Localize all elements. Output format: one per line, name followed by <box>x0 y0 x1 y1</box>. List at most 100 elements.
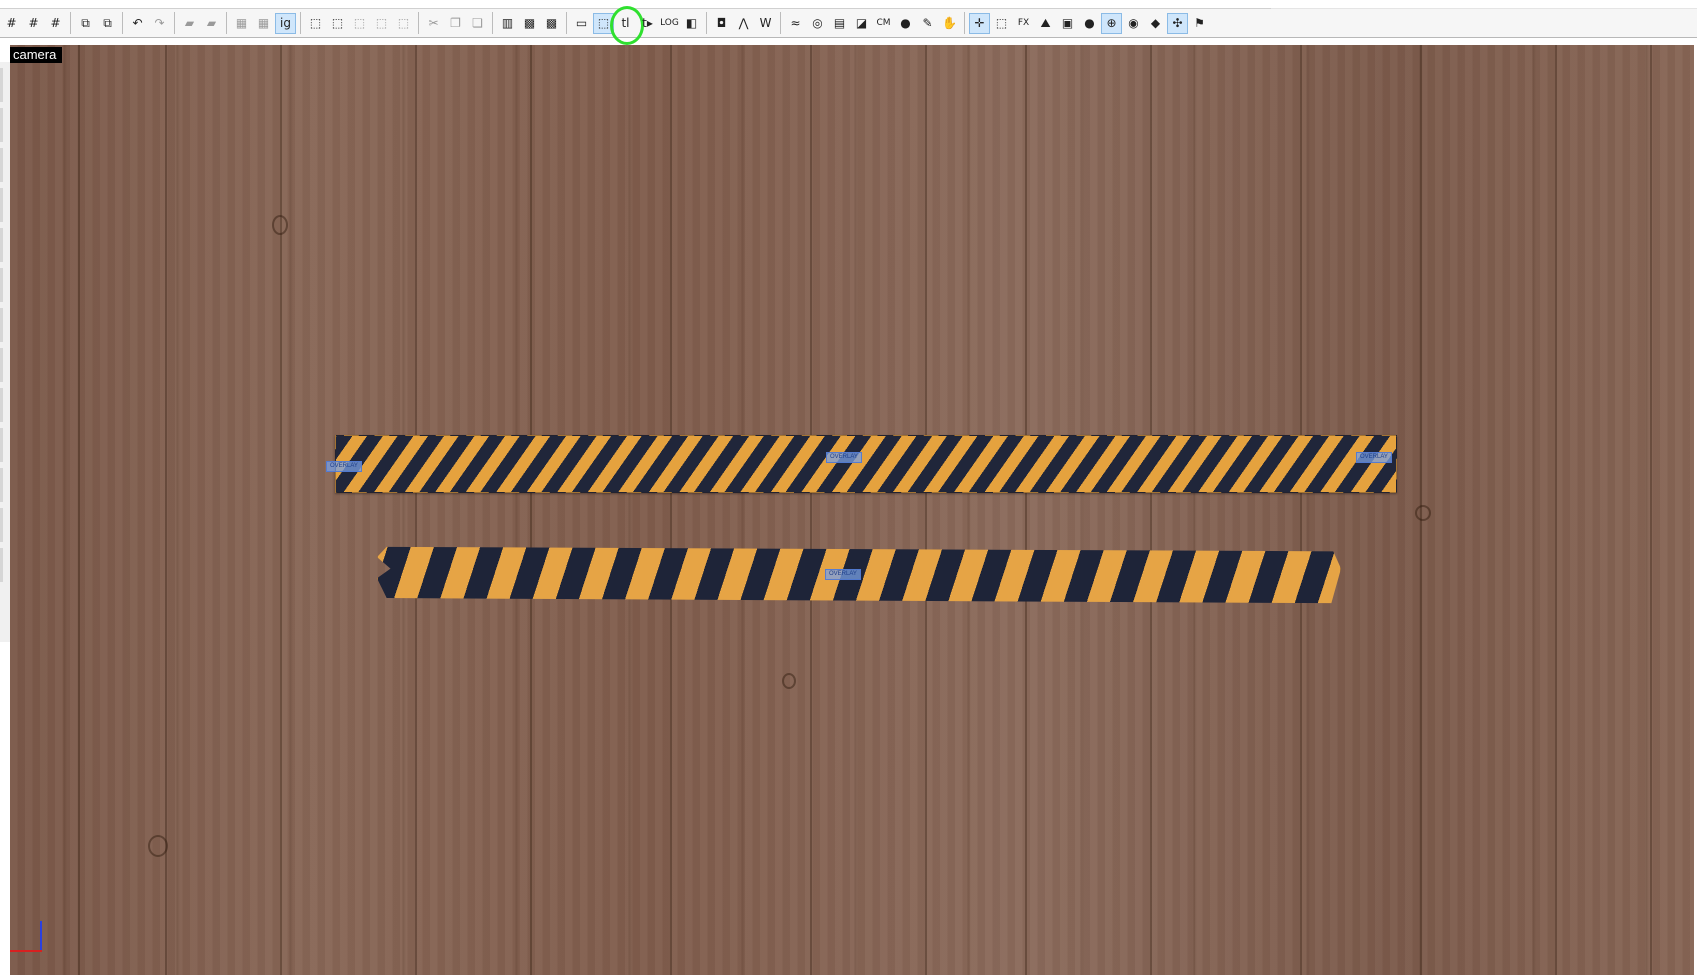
hand-icon: ✋ <box>942 16 957 30</box>
cut-icon: ✂ <box>428 16 439 30</box>
shapes-button[interactable]: ◆ <box>1145 13 1166 34</box>
film-icon: ▤ <box>833 16 846 30</box>
copy-button[interactable]: ❐ <box>445 13 466 34</box>
cube-button[interactable]: ⬚ <box>327 13 348 34</box>
cubes-button[interactable]: ◪ <box>851 13 872 34</box>
node-button[interactable]: ● <box>1079 13 1100 34</box>
terrain-button[interactable]: ⛰ <box>1035 13 1056 34</box>
wire-icon: W <box>759 16 772 30</box>
cube-faded-icon: ⬚ <box>397 16 410 30</box>
bounding-box-icon: ▭ <box>575 16 588 30</box>
overlay-tag[interactable]: OVERLAY <box>326 461 362 472</box>
ungroup-icon: ⧉ <box>103 15 112 30</box>
cube-wire-button[interactable]: ⬚ <box>371 13 392 34</box>
cm-icon: CM <box>876 18 891 28</box>
tl-button[interactable]: tl <box>610 5 644 45</box>
draw-button[interactable]: ✎ <box>917 13 938 34</box>
hazard-tape-top[interactable]: OVERLAY OVERLAY OVERLAY <box>326 435 1397 493</box>
terrain-icon: ⛰ <box>1040 15 1051 30</box>
wire-button[interactable]: W <box>755 13 776 34</box>
copy-icon: ❐ <box>450 16 461 30</box>
light-button[interactable]: ◉ <box>1123 13 1144 34</box>
cm-button[interactable]: CM <box>873 13 894 34</box>
align-button[interactable]: ✣ <box>1167 12 1188 34</box>
fx-button[interactable]: FX <box>1013 13 1034 34</box>
cubes-icon: ◪ <box>855 16 868 30</box>
toolbar-separator <box>492 12 493 34</box>
tool-arrow-button[interactable]: t▸ <box>637 13 658 34</box>
undo-button[interactable]: ↶ <box>127 13 148 34</box>
cube-wire-icon: ⬚ <box>375 16 388 30</box>
hazard-stripe-button[interactable]: ▥ <box>497 13 518 34</box>
overlay-icon: ≈ <box>790 16 801 30</box>
overlay-tag[interactable]: OVERLAY <box>1356 452 1392 463</box>
overlay-button[interactable]: ≈ <box>785 13 806 34</box>
brush-select-icon: ▦ <box>235 16 248 30</box>
flag-button[interactable]: ⚑ <box>1189 13 1210 34</box>
fx-move-icon: ✛ <box>974 16 985 30</box>
texture-lock-icon: ⬚ <box>309 16 322 30</box>
toolbar-separator <box>122 12 123 34</box>
bounding-box-button[interactable]: ▭ <box>571 13 592 34</box>
toolbar-separator <box>418 12 419 34</box>
path-button[interactable]: ⋀ <box>733 13 754 34</box>
hazard-tape-bottom[interactable]: OVERLAY <box>377 546 1341 604</box>
axis-x-indicator <box>10 950 42 952</box>
3d-viewport[interactable]: OVERLAY OVERLAY OVERLAY OVERLAY <box>10 45 1694 975</box>
logic-button[interactable]: LOG <box>659 13 680 34</box>
path-icon: ⋀ <box>738 16 749 30</box>
group-button[interactable]: ⧉ <box>75 13 96 34</box>
prop-button[interactable]: ▣ <box>1057 13 1078 34</box>
dotted-select-button[interactable]: ⬚ <box>991 13 1012 34</box>
toolbar-separator <box>70 12 71 34</box>
cube-disabled-icon: ⬚ <box>353 16 366 30</box>
globe-button[interactable]: ◎ <box>807 13 828 34</box>
target-button[interactable]: ⊕ <box>1101 12 1122 34</box>
tool-arrow-icon: t▸ <box>642 16 653 30</box>
ignore-groups-button[interactable]: ig <box>275 12 296 34</box>
overlay-tag[interactable]: OVERLAY <box>825 569 861 580</box>
undo-icon: ↶ <box>132 16 143 30</box>
fx-move-button[interactable]: ✛ <box>969 12 990 34</box>
prop-icon: ▣ <box>1061 16 1074 30</box>
overlay-tag[interactable]: OVERLAY <box>826 452 862 463</box>
grid-button[interactable]: # <box>23 13 44 34</box>
redo-button[interactable]: ↷ <box>149 13 170 34</box>
snap-grid-icon: # <box>6 16 17 30</box>
hand-button[interactable]: ✋ <box>939 13 960 34</box>
toolbar-separator <box>706 12 707 34</box>
cube-disabled-button[interactable]: ⬚ <box>349 13 370 34</box>
hazard-alt-button[interactable]: ▩ <box>541 13 562 34</box>
carve-icon: ▰ <box>184 16 195 30</box>
split-icon: ◧ <box>685 16 698 30</box>
node-icon: ● <box>1084 16 1095 30</box>
globe-icon: ◎ <box>812 16 823 30</box>
split-button[interactable]: ◧ <box>681 13 702 34</box>
paste-button[interactable]: ❏ <box>467 13 488 34</box>
cube-faded-button[interactable]: ⬚ <box>393 13 414 34</box>
grid-icon: # <box>28 16 39 30</box>
displacement-icon: ◘ <box>716 16 727 30</box>
brush-select-button[interactable]: ▦ <box>231 13 252 34</box>
toolbar-separator <box>566 12 567 34</box>
hazard-x-icon: ▩ <box>523 16 536 30</box>
hazard-x-button[interactable]: ▩ <box>519 13 540 34</box>
fx-icon: FX <box>1017 18 1030 28</box>
texture-lock-button[interactable]: ⬚ <box>305 13 326 34</box>
film-button[interactable]: ▤ <box>829 13 850 34</box>
ungroup-button[interactable]: ⧉ <box>97 13 118 34</box>
snap-grid-button[interactable]: # <box>1 13 22 34</box>
hollow-button[interactable]: ▰ <box>201 13 222 34</box>
axis-z-indicator <box>40 921 42 951</box>
face-select-button[interactable]: ▦ <box>253 13 274 34</box>
shapes-icon: ◆ <box>1150 16 1161 30</box>
toolbar-separator <box>780 12 781 34</box>
toolbar-separator <box>300 12 301 34</box>
grid-plus-button[interactable]: # <box>45 13 66 34</box>
cut-button[interactable]: ✂ <box>423 13 444 34</box>
hollow-icon: ▰ <box>206 16 217 30</box>
leaf-button[interactable]: ● <box>895 13 916 34</box>
carve-button[interactable]: ▰ <box>179 13 200 34</box>
displacement-button[interactable]: ◘ <box>711 13 732 34</box>
hazard-stripe-icon: ▥ <box>501 16 514 30</box>
